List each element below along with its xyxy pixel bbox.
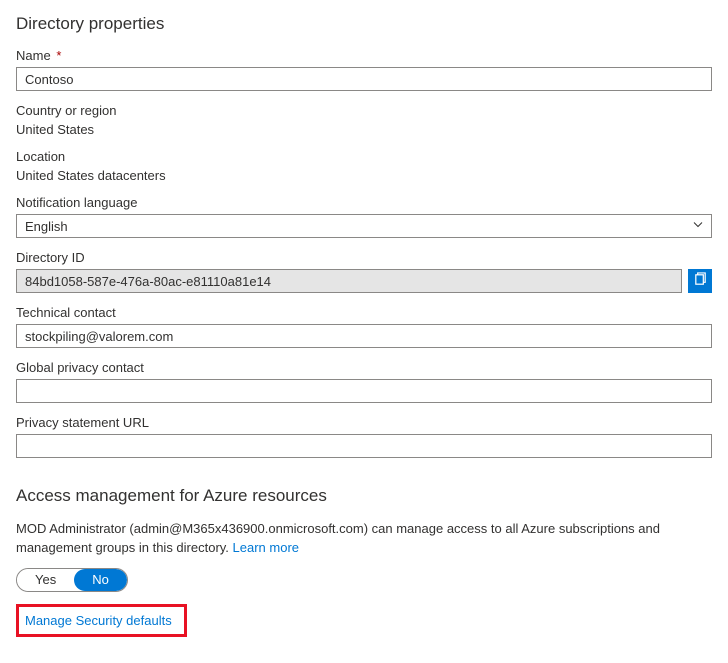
toggle-no[interactable]: No (74, 569, 127, 591)
technical-contact-label: Technical contact (16, 305, 712, 320)
location-label: Location (16, 149, 712, 164)
field-notification-language: Notification language English (16, 195, 712, 238)
access-management-toggle[interactable]: Yes No (16, 568, 128, 592)
privacy-statement-url-input[interactable] (16, 434, 712, 458)
field-privacy-statement-url: Privacy statement URL (16, 415, 712, 458)
manage-security-defaults-link[interactable]: Manage Security defaults (25, 613, 172, 628)
learn-more-link[interactable]: Learn more (233, 540, 299, 555)
notification-language-select[interactable]: English (16, 214, 712, 238)
field-name: Name * (16, 48, 712, 91)
required-asterisk: * (56, 48, 61, 63)
field-country: Country or region United States (16, 103, 712, 137)
location-value: United States datacenters (16, 168, 712, 183)
access-management-description-text: MOD Administrator (admin@M365x436900.onm… (16, 521, 660, 555)
copy-button[interactable] (688, 269, 712, 293)
section-title-access-management: Access management for Azure resources (16, 486, 712, 506)
manage-security-defaults-highlight: Manage Security defaults (16, 604, 187, 637)
access-management-description: MOD Administrator (admin@M365x436900.onm… (16, 520, 712, 558)
global-privacy-contact-label: Global privacy contact (16, 360, 712, 375)
section-title-directory-properties: Directory properties (16, 14, 712, 34)
notification-language-label: Notification language (16, 195, 712, 210)
field-global-privacy-contact: Global privacy contact (16, 360, 712, 403)
country-value: United States (16, 122, 712, 137)
name-label: Name * (16, 48, 712, 63)
technical-contact-input[interactable] (16, 324, 712, 348)
name-label-text: Name (16, 48, 51, 63)
field-directory-id: Directory ID (16, 250, 712, 293)
field-location: Location United States datacenters (16, 149, 712, 183)
directory-id-input (16, 269, 682, 293)
toggle-yes[interactable]: Yes (17, 569, 74, 591)
country-label: Country or region (16, 103, 712, 118)
directory-id-label: Directory ID (16, 250, 712, 265)
field-technical-contact: Technical contact (16, 305, 712, 348)
name-input[interactable] (16, 67, 712, 91)
copy-icon (693, 272, 708, 290)
global-privacy-contact-input[interactable] (16, 379, 712, 403)
privacy-statement-url-label: Privacy statement URL (16, 415, 712, 430)
